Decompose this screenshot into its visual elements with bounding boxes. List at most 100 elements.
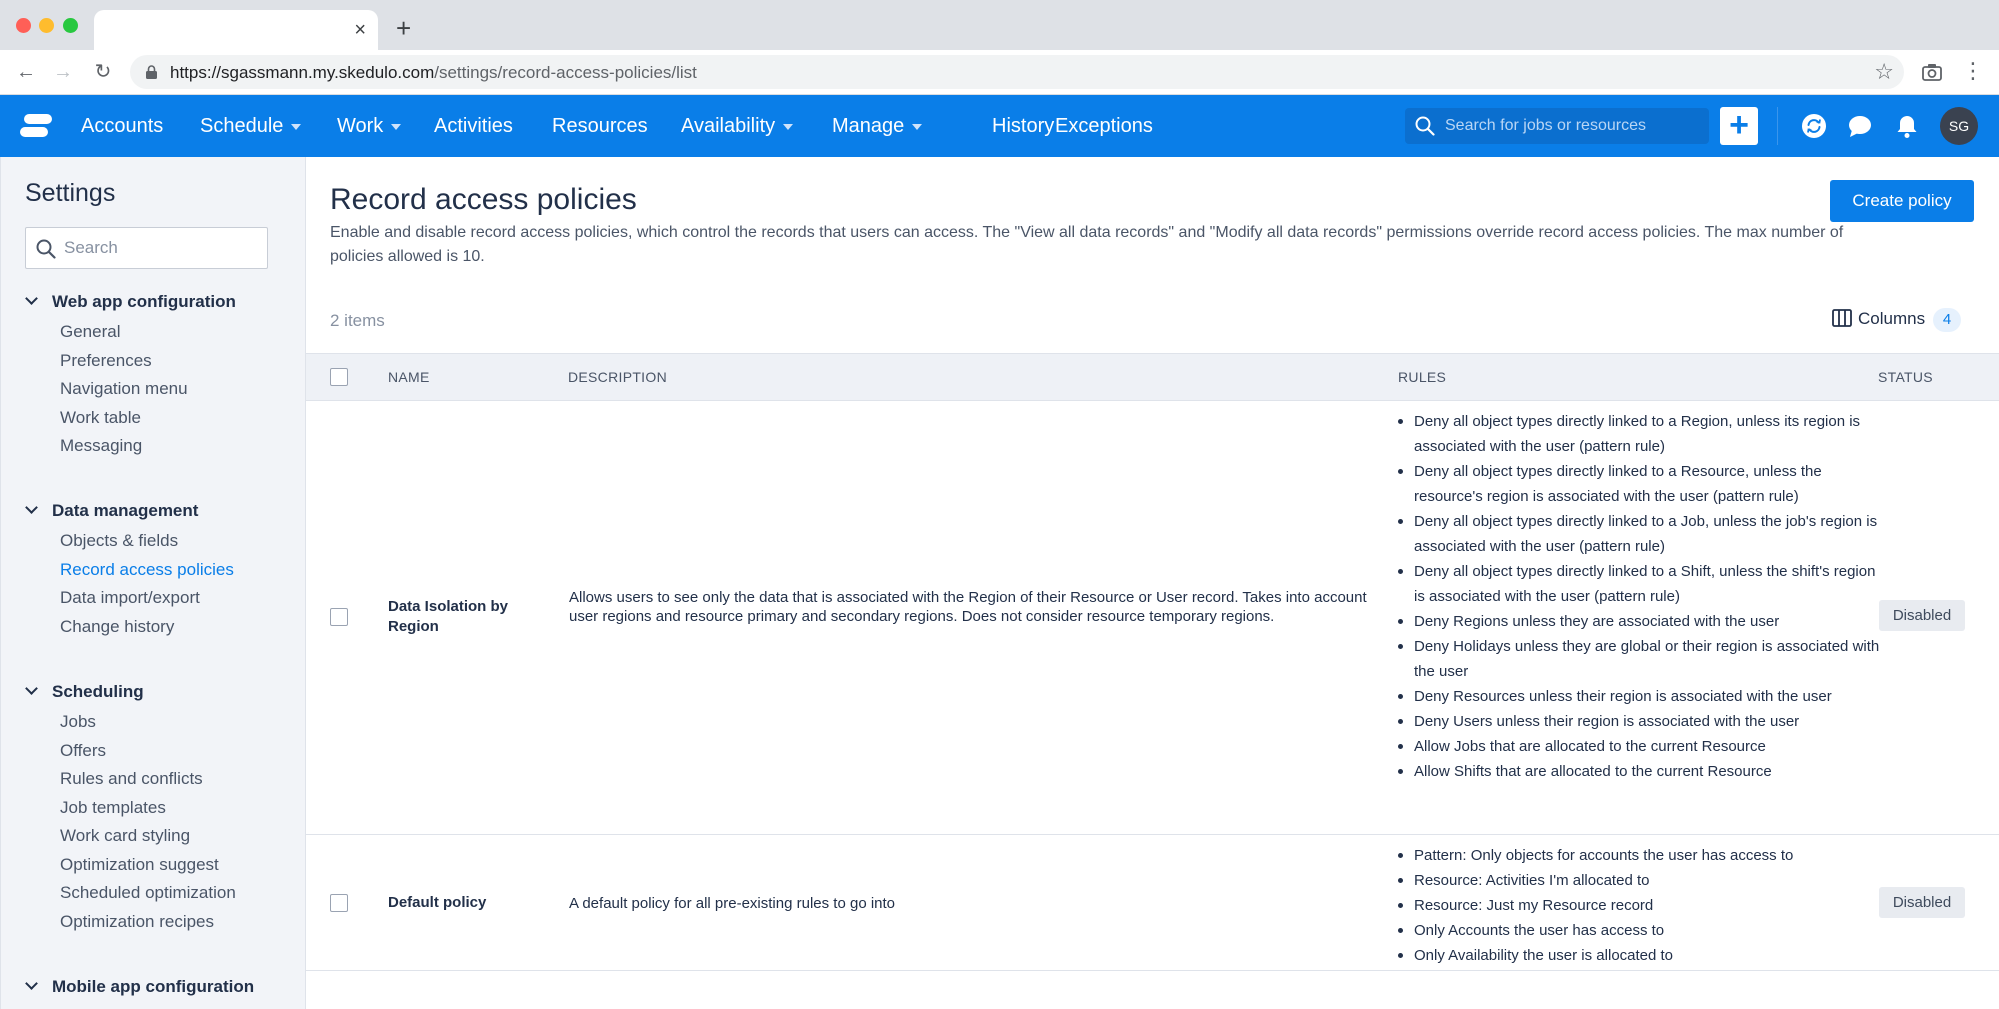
app-header: Accounts Schedule Work Activities Resour… (0, 95, 1999, 157)
sidebar-search-input[interactable] (64, 228, 259, 268)
chevron-down-icon (912, 123, 923, 130)
sidebar-item-navigation-menu[interactable]: Navigation menu (60, 379, 188, 399)
policy-name[interactable]: Data Isolation by Region (388, 597, 538, 637)
sidebar-item-work-card-styling[interactable]: Work card styling (60, 826, 190, 846)
forward-arrow-icon[interactable]: → (49, 58, 77, 86)
sidebar-item-general[interactable]: General (60, 322, 120, 342)
nav-accounts[interactable]: Accounts (81, 114, 163, 138)
rule-item: Only Accounts the user has access to (1398, 918, 1888, 943)
nav-resources[interactable]: Resources (552, 114, 648, 138)
sidebar-item-offers[interactable]: Offers (60, 741, 106, 761)
create-policy-button[interactable]: Create policy (1830, 180, 1974, 222)
chat-icon[interactable] (1847, 113, 1873, 139)
sidebar-item-job-templates[interactable]: Job templates (60, 798, 166, 818)
new-tab-button[interactable]: + (396, 14, 411, 42)
nav-exceptions[interactable]: Exceptions (1055, 114, 1153, 138)
global-search[interactable] (1405, 108, 1709, 144)
browser-tab-bar: × + (0, 0, 1999, 50)
chevron-down-icon (25, 682, 38, 695)
table-row[interactable]: Data Isolation by Region Allows users to… (306, 401, 1999, 835)
bookmark-star-icon[interactable]: ☆ (1874, 59, 1894, 85)
sidebar-section-scheduling[interactable]: Scheduling (25, 682, 144, 702)
rule-item: Deny Resources unless their region is as… (1398, 684, 1888, 709)
sidebar-item-preferences[interactable]: Preferences (60, 351, 152, 371)
chevron-down-icon (25, 292, 38, 305)
rule-item: Deny all object types directly linked to… (1398, 509, 1888, 559)
sidebar-item-messaging[interactable]: Messaging (60, 436, 142, 456)
rule-item: Resource: Just my Resource record (1398, 893, 1888, 918)
rule-item: Deny Holidays unless they are global or … (1398, 634, 1888, 684)
reload-icon[interactable]: ↻ (89, 58, 117, 86)
table-row[interactable]: Default policy A default policy for all … (306, 835, 1999, 971)
back-arrow-icon[interactable]: ← (12, 58, 40, 86)
sidebar-item-record-access-policies[interactable]: Record access policies (60, 560, 234, 580)
sidebar-item-objects-fields[interactable]: Objects & fields (60, 531, 178, 551)
nav-availability[interactable]: Availability (681, 114, 794, 138)
rule-item: Deny Users unless their region is associ… (1398, 709, 1888, 734)
sidebar-item-optimization-suggest[interactable]: Optimization suggest (60, 855, 219, 875)
rule-item: Resource: Activities I'm allocated to (1398, 868, 1888, 893)
rule-item: Deny all object types directly linked to… (1398, 559, 1888, 609)
column-header-rules[interactable]: RULES (1398, 369, 1446, 385)
sync-icon[interactable] (1801, 113, 1827, 139)
policy-rules-list: Deny all object types directly linked to… (1398, 409, 1888, 784)
rule-item: Allow Shifts that are allocated to the c… (1398, 759, 1888, 784)
address-bar[interactable]: https://sgassmann.my.skedulo.com/setting… (130, 55, 1904, 89)
browser-toolbar: ← → ↻ https://sgassmann.my.skedulo.com/s… (0, 50, 1999, 95)
browser-tab[interactable]: × (94, 10, 378, 50)
sidebar-title: Settings (25, 179, 116, 207)
sidebar-item-optimization-recipes[interactable]: Optimization recipes (60, 912, 214, 932)
sidebar-item-rules-and-conflicts[interactable]: Rules and conflicts (60, 769, 203, 789)
column-header-status[interactable]: STATUS (1878, 369, 1933, 385)
page-title: Record access policies (330, 183, 637, 216)
policy-name[interactable]: Default policy (388, 893, 538, 913)
skedulo-logo-icon[interactable] (18, 112, 54, 140)
columns-label: Columns (1858, 309, 1926, 328)
columns-button[interactable]: Columns 4 (1832, 306, 1962, 332)
maximize-window-button[interactable] (63, 18, 78, 33)
chevron-down-icon (783, 123, 794, 130)
sidebar-section-web-app-configuration[interactable]: Web app configuration (25, 292, 236, 312)
sidebar-item-data-import-export[interactable]: Data import/export (60, 588, 200, 608)
add-button[interactable]: + (1720, 107, 1758, 145)
row-checkbox[interactable] (330, 894, 348, 912)
status-badge: Disabled (1879, 600, 1965, 631)
nav-manage[interactable]: Manage (832, 114, 923, 138)
browser-menu-icon[interactable]: ⋮ (1962, 58, 1984, 84)
sidebar-section-data-management[interactable]: Data management (25, 501, 198, 521)
nav-activities[interactable]: Activities (434, 114, 513, 138)
settings-sidebar: Settings Web app configuration General P… (0, 157, 306, 1009)
columns-icon (1832, 308, 1852, 327)
rule-item: Deny all object types directly linked to… (1398, 409, 1888, 459)
sidebar-item-scheduled-optimization[interactable]: Scheduled optimization (60, 883, 236, 903)
rule-item: Deny all object types directly linked to… (1398, 459, 1888, 509)
user-avatar[interactable]: SG (1940, 107, 1978, 145)
sidebar-section-mobile-app-configuration[interactable]: Mobile app configuration (25, 977, 254, 997)
nav-history[interactable]: History (992, 114, 1054, 138)
sidebar-search[interactable] (25, 227, 268, 269)
sidebar-item-change-history[interactable]: Change history (60, 617, 174, 637)
select-all-checkbox[interactable] (330, 368, 348, 386)
nav-work[interactable]: Work (337, 114, 402, 138)
minimize-window-button[interactable] (39, 18, 54, 33)
rule-item: Pattern: Only objects for accounts the u… (1398, 843, 1888, 868)
sidebar-item-jobs[interactable]: Jobs (60, 712, 96, 732)
camera-icon[interactable] (1922, 63, 1942, 81)
sidebar-item-work-table[interactable]: Work table (60, 408, 141, 428)
search-icon (1415, 116, 1435, 136)
header-divider (1777, 107, 1778, 145)
notification-bell-icon[interactable] (1894, 113, 1920, 139)
column-header-description[interactable]: DESCRIPTION (568, 369, 667, 385)
rule-item: Allow Jobs that are allocated to the cur… (1398, 734, 1888, 759)
column-header-name[interactable]: NAME (388, 369, 430, 385)
close-window-button[interactable] (16, 18, 31, 33)
nav-schedule[interactable]: Schedule (200, 114, 302, 138)
table-header: NAME DESCRIPTION RULES STATUS (306, 353, 1999, 401)
rule-item: Deny Regions unless they are associated … (1398, 609, 1888, 634)
row-checkbox[interactable] (330, 608, 348, 626)
tab-close-icon[interactable]: × (354, 18, 366, 42)
global-search-input[interactable] (1445, 108, 1695, 144)
policy-description: A default policy for all pre-existing ru… (569, 895, 896, 912)
items-count: 2 items (330, 311, 385, 330)
chevron-down-icon (25, 501, 38, 514)
